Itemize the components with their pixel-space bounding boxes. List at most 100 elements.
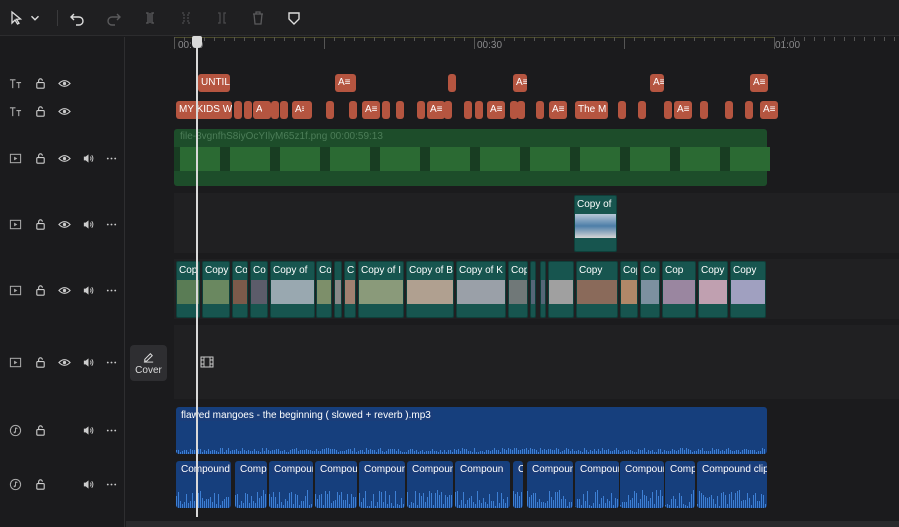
- video-clip[interactable]: Copy of: [620, 261, 638, 318]
- timeline-ruler[interactable]: 00:00 00:30 01:00: [174, 37, 899, 55]
- compound-audio-clip[interactable]: Compoun: [455, 461, 510, 508]
- horizontal-scrollbar[interactable]: [126, 521, 899, 527]
- compound-audio-clip[interactable]: Compound: [176, 461, 231, 508]
- text-clip[interactable]: [448, 74, 456, 92]
- compound-audio-clip[interactable]: Compoun: [527, 461, 573, 508]
- video-clip[interactable]: Cop: [662, 261, 696, 318]
- chevron-down-icon[interactable]: [28, 8, 42, 28]
- text-clip[interactable]: [326, 101, 334, 119]
- speaker-icon[interactable]: [80, 476, 96, 492]
- video-clip[interactable]: Copy of B: [406, 261, 454, 318]
- delete-icon[interactable]: [247, 8, 269, 28]
- eye-icon[interactable]: [56, 103, 72, 119]
- text-clip[interactable]: UNTIL: [198, 74, 230, 92]
- text-clip[interactable]: A≡: [362, 101, 380, 119]
- split-left-icon[interactable]: [175, 8, 197, 28]
- text-clip[interactable]: [638, 101, 646, 119]
- cover-button[interactable]: Cover: [130, 345, 167, 381]
- text-clip[interactable]: [664, 101, 672, 119]
- eye-icon[interactable]: [56, 150, 72, 166]
- text-clip[interactable]: A≡: [674, 101, 692, 119]
- compound-audio-clip[interactable]: Compoun: [407, 461, 453, 508]
- eye-icon[interactable]: [56, 354, 72, 370]
- video-clip[interactable]: C: [344, 261, 356, 318]
- text-clip[interactable]: [464, 101, 472, 119]
- video-clip[interactable]: [334, 261, 342, 318]
- text-clip[interactable]: [618, 101, 626, 119]
- text-clip[interactable]: [271, 101, 279, 119]
- eye-icon[interactable]: [56, 282, 72, 298]
- video-clip[interactable]: Copy of I: [358, 261, 404, 318]
- text-clip[interactable]: [349, 101, 357, 119]
- text-clip[interactable]: [444, 101, 452, 119]
- text-clip[interactable]: [396, 101, 404, 119]
- video-clip[interactable]: Copy: [202, 261, 230, 318]
- eye-icon[interactable]: [56, 75, 72, 91]
- shield-icon[interactable]: [283, 8, 305, 28]
- split-right-icon[interactable]: [211, 8, 233, 28]
- select-pointer-icon[interactable]: [6, 8, 28, 28]
- more-options-icon[interactable]: [103, 282, 119, 298]
- video-clip[interactable]: Co: [316, 261, 332, 318]
- text-clip[interactable]: A≡: [513, 74, 527, 92]
- more-options-icon[interactable]: [103, 354, 119, 370]
- video-clip[interactable]: Copy: [730, 261, 766, 318]
- lock-icon[interactable]: [32, 422, 48, 438]
- text-clip[interactable]: A≡: [650, 74, 664, 92]
- text-clip[interactable]: [700, 101, 708, 119]
- lock-icon[interactable]: [32, 216, 48, 232]
- more-options-icon[interactable]: [103, 216, 119, 232]
- video-clip[interactable]: Copy of K: [456, 261, 506, 318]
- video-clip[interactable]: [540, 261, 546, 318]
- lock-icon[interactable]: [32, 282, 48, 298]
- lock-icon[interactable]: [32, 150, 48, 166]
- eye-icon[interactable]: [56, 216, 72, 232]
- text-clip[interactable]: [382, 101, 390, 119]
- undo-icon[interactable]: [66, 8, 88, 28]
- text-clip[interactable]: A≡: [427, 101, 445, 119]
- compound-audio-clip[interactable]: Compoun: [575, 461, 619, 508]
- overlay-clip-png[interactable]: file-3vgnfhS8iyOcYIlyM65z1f.png 00:00:59…: [174, 129, 770, 186]
- playhead[interactable]: [196, 37, 198, 517]
- text-clip[interactable]: The M: [575, 101, 608, 119]
- text-clip[interactable]: [745, 101, 753, 119]
- text-clip[interactable]: [725, 101, 733, 119]
- video-clip[interactable]: Copy: [698, 261, 728, 318]
- video-clip[interactable]: Copy: [576, 261, 618, 318]
- speaker-icon[interactable]: [80, 282, 96, 298]
- more-options-icon[interactable]: [103, 150, 119, 166]
- compound-audio-clip[interactable]: Co: [513, 461, 523, 508]
- video-clip[interactable]: Co: [250, 261, 268, 318]
- text-clip[interactable]: [536, 101, 544, 119]
- compound-audio-clip[interactable]: Compou: [315, 461, 357, 508]
- playhead-handle[interactable]: [192, 36, 202, 48]
- speaker-icon[interactable]: [80, 422, 96, 438]
- compound-audio-clip[interactable]: Comp: [235, 461, 267, 508]
- text-clip[interactable]: A≡: [760, 101, 778, 119]
- text-clip[interactable]: [244, 101, 252, 119]
- compound-audio-clip[interactable]: Comp: [665, 461, 695, 508]
- video-clip[interactable]: Cop: [508, 261, 528, 318]
- video-clip[interactable]: Copy of: [270, 261, 315, 318]
- video-clip[interactable]: Co: [232, 261, 248, 318]
- more-options-icon[interactable]: [103, 476, 119, 492]
- compound-audio-clip[interactable]: Compoun: [620, 461, 664, 508]
- text-clip[interactable]: A≡: [335, 74, 356, 92]
- speaker-icon[interactable]: [80, 354, 96, 370]
- video-clip[interactable]: [530, 261, 536, 318]
- redo-icon[interactable]: [103, 8, 125, 28]
- text-clip[interactable]: [304, 101, 312, 119]
- speaker-icon[interactable]: [80, 216, 96, 232]
- lock-icon[interactable]: [32, 75, 48, 91]
- text-clip[interactable]: [262, 101, 270, 119]
- audio-clip[interactable]: flawed mangoes - the beginning ( slowed …: [176, 407, 767, 454]
- video-clip[interactable]: [548, 261, 574, 318]
- text-clip[interactable]: [417, 101, 425, 119]
- speaker-icon[interactable]: [80, 150, 96, 166]
- compound-audio-clip[interactable]: Compoun: [359, 461, 405, 508]
- split-icon[interactable]: [139, 8, 161, 28]
- text-clip[interactable]: A≡: [549, 101, 567, 119]
- compound-audio-clip[interactable]: Compoun: [269, 461, 313, 508]
- text-clip[interactable]: [280, 101, 288, 119]
- compound-audio-clip[interactable]: Compound clip: [697, 461, 767, 508]
